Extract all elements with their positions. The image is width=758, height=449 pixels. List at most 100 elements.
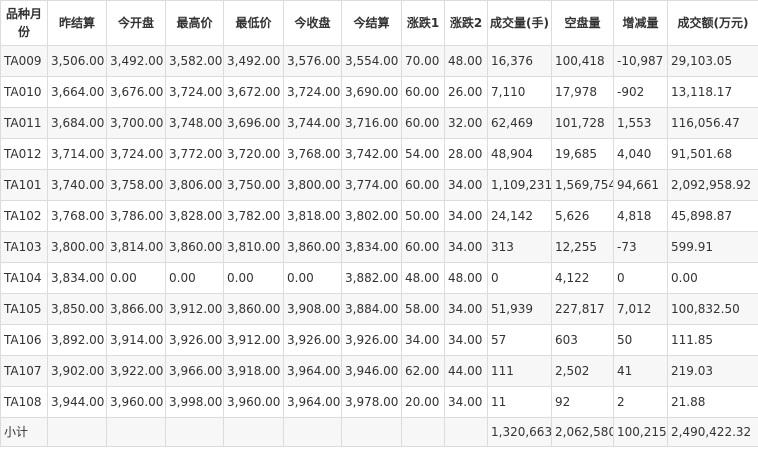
subtotal-open-interest: 2,062,580	[551, 417, 614, 447]
cell-high: 3,806.00	[165, 169, 224, 201]
cell-open: 3,866.00	[106, 293, 166, 325]
cell-oi-change: -10,987	[613, 45, 668, 77]
cell-prev-settle: 3,892.00	[47, 324, 107, 356]
cell-contract: TA011	[0, 107, 48, 139]
cell-change2: 28.00	[444, 138, 488, 170]
cell-contract: TA012	[0, 138, 48, 170]
cell-low: 3,860.00	[223, 293, 284, 325]
cell-volume: 1,109,231	[487, 169, 552, 201]
cell-change1: 60.00	[401, 107, 445, 139]
cell-prev-settle: 3,664.00	[47, 76, 107, 108]
cell-change1: 60.00	[401, 231, 445, 263]
col-header-volume: 成交量(手)	[487, 0, 552, 46]
cell-prev-settle: 3,506.00	[47, 45, 107, 77]
col-header-high: 最高价	[165, 0, 224, 46]
cell-change2: 26.00	[444, 76, 488, 108]
cell-open-interest: 19,685	[551, 138, 614, 170]
cell-prev-settle: 3,800.00	[47, 231, 107, 263]
cell-prev-settle: 3,902.00	[47, 355, 107, 387]
subtotal-row: 小计 1,320,663 2,062,580 100,215 2,490,422.32	[0, 417, 758, 447]
cell-open: 0.00	[106, 262, 166, 294]
subtotal-high	[165, 417, 224, 447]
cell-change2: 44.00	[444, 355, 488, 387]
cell-close: 3,768.00	[283, 138, 342, 170]
cell-change1: 58.00	[401, 293, 445, 325]
cell-high: 3,828.00	[165, 200, 224, 232]
cell-settle: 3,802.00	[341, 200, 402, 232]
cell-open-interest: 1,569,754	[551, 169, 614, 201]
cell-prev-settle: 3,834.00	[47, 262, 107, 294]
col-header-change1: 涨跌1	[401, 0, 445, 46]
cell-change1: 70.00	[401, 45, 445, 77]
cell-volume: 111	[487, 355, 552, 387]
cell-oi-change: 7,012	[613, 293, 668, 325]
cell-low: 3,720.00	[223, 138, 284, 170]
cell-open-interest: 101,728	[551, 107, 614, 139]
cell-settle: 3,742.00	[341, 138, 402, 170]
cell-change1: 62.00	[401, 355, 445, 387]
cell-settle: 3,774.00	[341, 169, 402, 201]
cell-prev-settle: 3,684.00	[47, 107, 107, 139]
cell-open: 3,758.00	[106, 169, 166, 201]
cell-contract: TA101	[0, 169, 48, 201]
cell-oi-change: 1,553	[613, 107, 668, 139]
cell-turnover: 100,832.50	[667, 293, 758, 325]
header-row: 品种月份 昨结算 今开盘 最高价 最低价 今收盘 今结算 涨跌1 涨跌2 成交量…	[0, 0, 758, 46]
cell-turnover: 45,898.87	[667, 200, 758, 232]
cell-change2: 48.00	[444, 45, 488, 77]
cell-prev-settle: 3,944.00	[47, 386, 107, 418]
cell-turnover: 111.85	[667, 324, 758, 356]
cell-turnover: 116,056.47	[667, 107, 758, 139]
cell-open-interest: 227,817	[551, 293, 614, 325]
cell-settle: 3,834.00	[341, 231, 402, 263]
cell-contract: TA105	[0, 293, 48, 325]
cell-close: 0.00	[283, 262, 342, 294]
col-header-close: 今收盘	[283, 0, 342, 46]
cell-oi-change: 0	[613, 262, 668, 294]
cell-oi-change: 2	[613, 386, 668, 418]
cell-turnover: 29,103.05	[667, 45, 758, 77]
col-header-low: 最低价	[223, 0, 284, 46]
cell-oi-change: 50	[613, 324, 668, 356]
cell-open: 3,960.00	[106, 386, 166, 418]
subtotal-volume: 1,320,663	[487, 417, 552, 447]
cell-close: 3,724.00	[283, 76, 342, 108]
cell-open: 3,676.00	[106, 76, 166, 108]
cell-change1: 60.00	[401, 76, 445, 108]
col-header-change2: 涨跌2	[444, 0, 488, 46]
cell-open: 3,724.00	[106, 138, 166, 170]
cell-change2: 34.00	[444, 169, 488, 201]
cell-change2: 34.00	[444, 386, 488, 418]
cell-volume: 16,376	[487, 45, 552, 77]
cell-settle: 3,884.00	[341, 293, 402, 325]
cell-high: 3,748.00	[165, 107, 224, 139]
cell-close: 3,908.00	[283, 293, 342, 325]
cell-turnover: 599.91	[667, 231, 758, 263]
cell-open-interest: 92	[551, 386, 614, 418]
cell-low: 3,912.00	[223, 324, 284, 356]
col-header-prev-settle: 昨结算	[47, 0, 107, 46]
subtotal-turnover: 2,490,422.32	[667, 417, 758, 447]
cell-contract: TA106	[0, 324, 48, 356]
cell-volume: 51,939	[487, 293, 552, 325]
cell-volume: 24,142	[487, 200, 552, 232]
cell-oi-change: 41	[613, 355, 668, 387]
cell-open-interest: 2,502	[551, 355, 614, 387]
subtotal-low	[223, 417, 284, 447]
cell-change2: 34.00	[444, 324, 488, 356]
subtotal-label: 小计	[0, 417, 48, 447]
cell-open-interest: 4,122	[551, 262, 614, 294]
cell-close: 3,818.00	[283, 200, 342, 232]
cell-oi-change: 94,661	[613, 169, 668, 201]
table-row: TA011 3,684.00 3,700.00 3,748.00 3,696.00 3,7…	[0, 107, 758, 139]
cell-close: 3,860.00	[283, 231, 342, 263]
cell-high: 3,772.00	[165, 138, 224, 170]
table-row: TA010 3,664.00 3,676.00 3,724.00 3,672.00 3,7…	[0, 76, 758, 108]
cell-change1: 34.00	[401, 324, 445, 356]
cell-turnover: 2,092,958.92	[667, 169, 758, 201]
cell-open: 3,700.00	[106, 107, 166, 139]
cell-oi-change: -73	[613, 231, 668, 263]
cell-oi-change: 4,818	[613, 200, 668, 232]
cell-low: 3,696.00	[223, 107, 284, 139]
subtotal-change1	[401, 417, 445, 447]
